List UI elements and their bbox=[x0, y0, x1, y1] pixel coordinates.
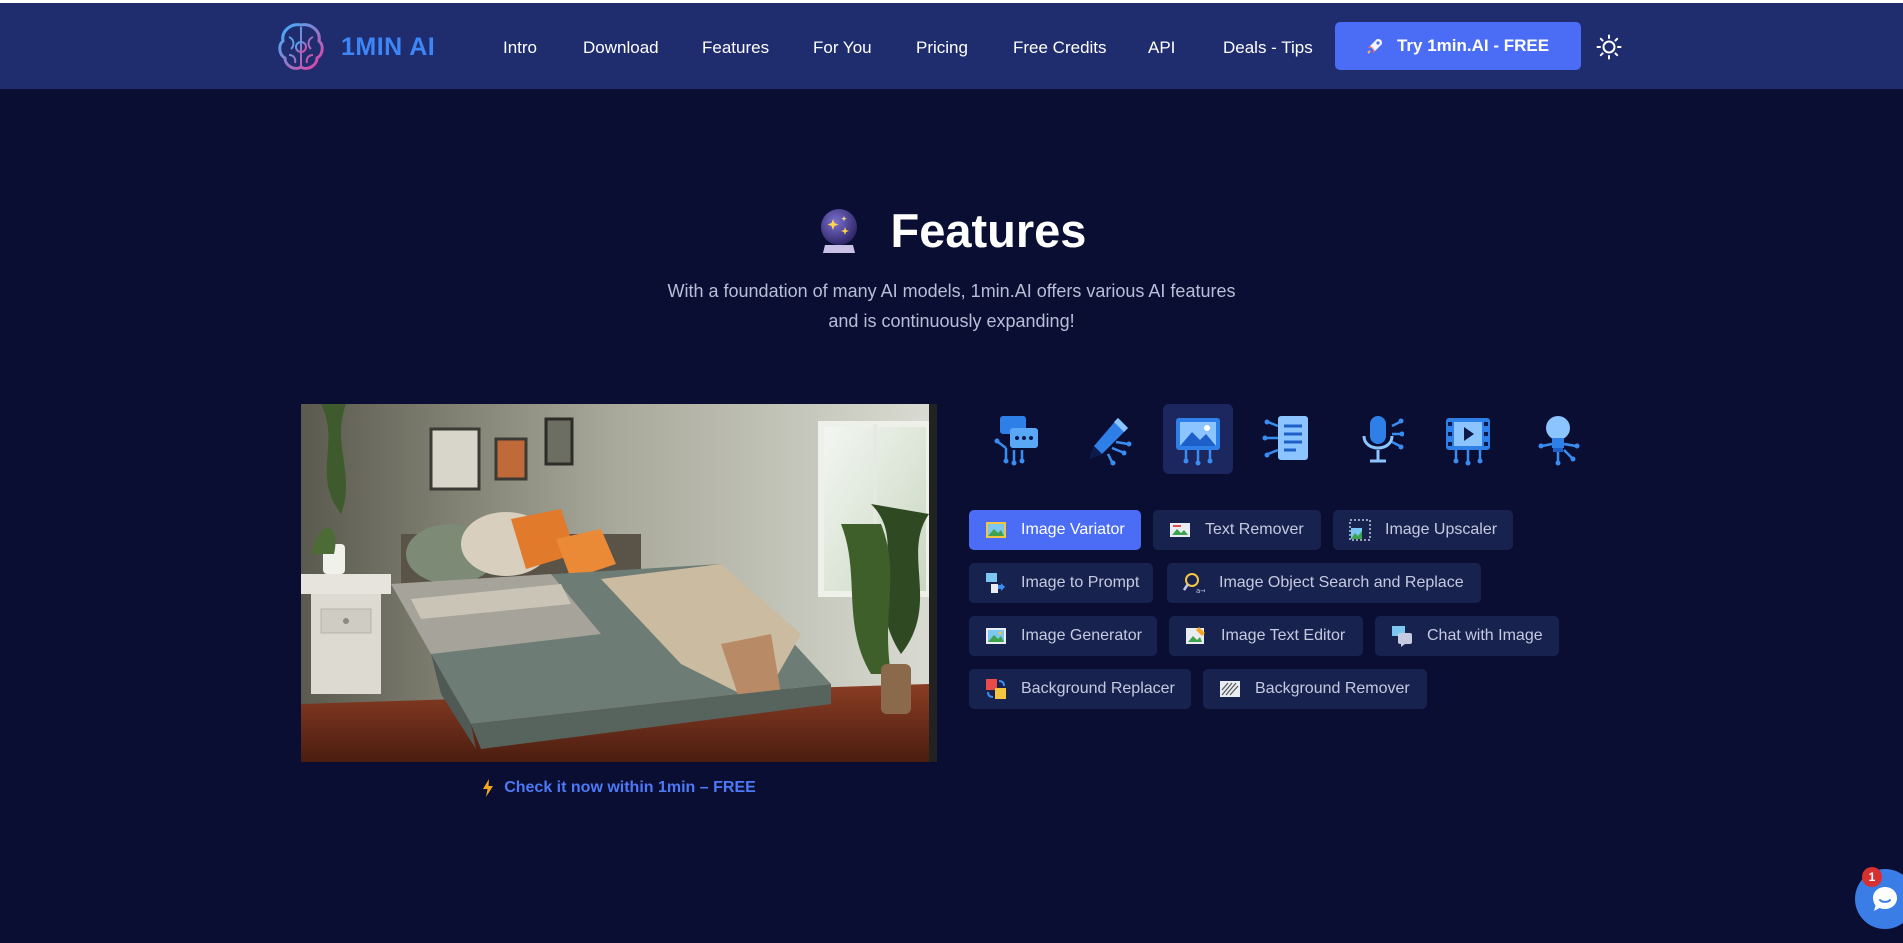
category-video[interactable] bbox=[1433, 404, 1503, 474]
try-free-label: Try 1min.AI - FREE bbox=[1396, 36, 1550, 55]
chat-icon bbox=[994, 416, 1038, 466]
feature-background-replacer[interactable]: Background Replacer bbox=[969, 669, 1191, 709]
feature-label: Image Text Editor bbox=[1221, 627, 1346, 644]
check-it-now-link[interactable]: Check it now within 1min – FREE bbox=[301, 779, 937, 797]
feature-label: Image Upscaler bbox=[1385, 521, 1498, 538]
background-replacer-icon bbox=[986, 679, 1006, 699]
image-text-editor-icon bbox=[1186, 627, 1205, 644]
chat-notification-badge: 1 bbox=[1862, 867, 1882, 887]
feature-label: Image to Prompt bbox=[1021, 574, 1140, 591]
check-it-now-label: Check it now within 1min – FREE bbox=[504, 779, 756, 796]
nav-free-credits[interactable]: Free Credits bbox=[1013, 38, 1107, 58]
feature-label: Image Object Search and Replace bbox=[1219, 574, 1464, 591]
image-upscaler-icon bbox=[1349, 519, 1371, 541]
category-audio[interactable] bbox=[1343, 404, 1413, 474]
pen-icon bbox=[1090, 418, 1132, 466]
text-remover-icon bbox=[1170, 523, 1190, 537]
nav-download[interactable]: Download bbox=[583, 38, 659, 58]
category-writing[interactable] bbox=[1073, 404, 1143, 474]
features-heading: Features bbox=[0, 203, 1903, 258]
feature-label: Image Variator bbox=[1021, 521, 1125, 538]
feature-label: Text Remover bbox=[1205, 521, 1304, 538]
feature-image-upscaler[interactable]: Image Upscaler bbox=[1333, 510, 1513, 550]
nav-for-you[interactable]: For You bbox=[813, 38, 872, 58]
lightbulb-icon bbox=[1538, 416, 1580, 466]
nav-api[interactable]: API bbox=[1148, 38, 1175, 58]
nav-intro[interactable]: Intro bbox=[503, 38, 537, 58]
feature-label: Chat with Image bbox=[1427, 627, 1543, 644]
bedroom-image bbox=[301, 404, 929, 762]
feature-image-generator[interactable]: Image Generator bbox=[969, 616, 1157, 656]
image-variator-icon bbox=[986, 522, 1006, 538]
feature-label: Background Replacer bbox=[1021, 680, 1175, 697]
chat-bubble-icon bbox=[1873, 887, 1897, 911]
top-navigation-bar: 1MIN AI Intro Download Features For You … bbox=[0, 0, 1903, 89]
feature-preview-image bbox=[301, 404, 937, 762]
feature-text-remover[interactable]: Text Remover bbox=[1153, 510, 1321, 550]
nav-features[interactable]: Features bbox=[702, 38, 769, 58]
nav-pricing[interactable]: Pricing bbox=[916, 38, 968, 58]
category-chat[interactable] bbox=[983, 404, 1053, 474]
chat-with-image-icon bbox=[1392, 626, 1412, 647]
category-image[interactable] bbox=[1163, 404, 1233, 474]
feature-image-object-search-replace[interactable]: a→b Image Object Search and Replace bbox=[1167, 563, 1481, 603]
image-icon bbox=[1176, 418, 1220, 466]
svg-text:a→b: a→b bbox=[1196, 587, 1205, 594]
video-icon bbox=[1446, 418, 1490, 466]
background-remover-icon bbox=[1220, 681, 1240, 697]
subtitle-line-1: With a foundation of many AI models, 1mi… bbox=[667, 281, 1236, 301]
image-to-prompt-icon bbox=[986, 573, 1005, 593]
feature-image-variator[interactable]: Image Variator bbox=[969, 510, 1141, 550]
lightning-icon bbox=[483, 779, 494, 797]
search-replace-icon: a→b bbox=[1183, 573, 1205, 594]
nav-deals-tips[interactable]: Deals - Tips bbox=[1223, 38, 1313, 58]
category-other[interactable] bbox=[1523, 404, 1593, 474]
image-generator-icon bbox=[986, 628, 1006, 644]
document-icon bbox=[1262, 416, 1308, 460]
feature-image-text-editor[interactable]: Image Text Editor bbox=[1169, 616, 1363, 656]
feature-chat-with-image[interactable]: Chat with Image bbox=[1375, 616, 1559, 656]
crystal-ball-icon bbox=[820, 208, 857, 253]
feature-image-to-prompt[interactable]: Image to Prompt bbox=[969, 563, 1153, 603]
feature-label: Background Remover bbox=[1255, 680, 1410, 697]
feature-background-remover[interactable]: Background Remover bbox=[1203, 669, 1427, 709]
try-free-button[interactable]: Try 1min.AI - FREE bbox=[1335, 22, 1581, 70]
section-subtitle: With a foundation of many AI models, 1mi… bbox=[0, 276, 1903, 336]
theme-toggle-sun-icon[interactable] bbox=[1596, 34, 1622, 60]
subtitle-line-2: and is continuously expanding! bbox=[828, 311, 1075, 331]
feature-label: Image Generator bbox=[1021, 627, 1142, 644]
category-document[interactable] bbox=[1253, 404, 1323, 474]
microphone-icon bbox=[1362, 416, 1404, 463]
rocket-icon bbox=[1367, 39, 1382, 54]
section-title: Features bbox=[890, 204, 1087, 257]
